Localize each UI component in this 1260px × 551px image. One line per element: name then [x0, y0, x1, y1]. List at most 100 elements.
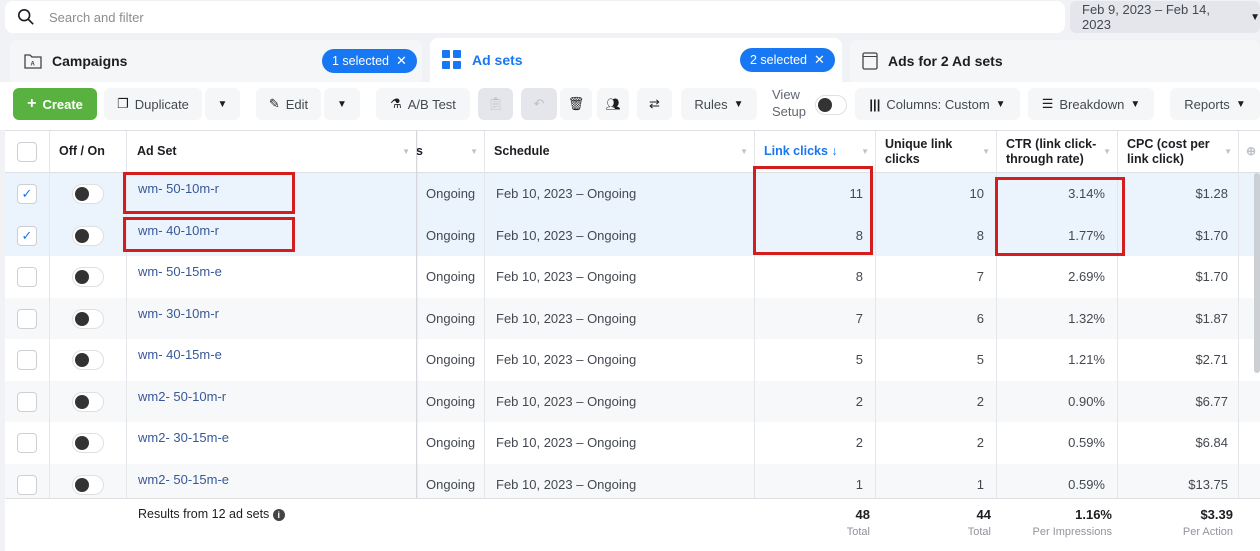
on-off-toggle[interactable]	[71, 225, 104, 246]
duplicate-dropdown[interactable]: ▼	[205, 88, 240, 120]
row-toggle-cell	[49, 298, 126, 340]
row-checkbox[interactable]	[17, 308, 37, 329]
chevron-down-icon[interactable]: ▼	[861, 144, 869, 159]
preview-button[interactable]: ⇄	[637, 88, 672, 120]
schedule-cell: Feb 10, 2023 – Ongoing	[496, 227, 637, 243]
chevron-down-icon[interactable]: ▼	[1103, 144, 1111, 159]
cpc-cell: $1.28	[1195, 186, 1228, 201]
row-checkbox[interactable]	[17, 474, 37, 495]
delete-button[interactable]: 🗑︎	[560, 88, 592, 120]
row-checkbox[interactable]	[17, 350, 37, 370]
vertical-scrollbar[interactable]	[1254, 173, 1260, 373]
add-column-icon[interactable]: ⊕	[1246, 144, 1256, 159]
header-ctr[interactable]: CTR (link click-through rate) ▼	[996, 131, 1117, 173]
row-select-cell	[5, 422, 49, 464]
ab-test-button[interactable]: ⚗ A/B Test	[376, 88, 470, 120]
highlight-box-ctr	[995, 177, 1125, 256]
header-unique-link-clicks[interactable]: Unique link clicks ▼	[875, 131, 996, 173]
ab-test-label: A/B Test	[407, 96, 456, 112]
ctr-cell: 0.90%	[1068, 393, 1105, 409]
plus-icon: +	[27, 95, 37, 112]
row-checkbox[interactable]	[17, 433, 37, 453]
row-checkbox[interactable]	[17, 391, 37, 412]
on-off-toggle[interactable]	[71, 350, 104, 370]
chevron-down-icon[interactable]: ▼	[740, 144, 748, 159]
view-setup: View Setup	[772, 86, 806, 120]
footer-value: 44	[976, 507, 991, 522]
row-checkbox[interactable]: ✓	[17, 184, 37, 204]
header-ad-set[interactable]: Ad Set ▼	[126, 131, 416, 173]
row-checkbox[interactable]	[17, 267, 37, 287]
people-icon: 👥︎	[605, 97, 621, 111]
view-setup-toggle[interactable]	[815, 95, 847, 115]
on-off-toggle[interactable]	[71, 391, 104, 412]
search-input[interactable]	[49, 9, 949, 25]
breakdown-label: Breakdown	[1059, 96, 1125, 112]
chevron-down-icon[interactable]: ▼	[402, 144, 410, 159]
table-row[interactable]: wm- 30-10m-r Ongoing Feb 10, 2023 – Ongoin…	[5, 297, 1260, 340]
delivery-cell: Ongoing	[426, 227, 476, 243]
delivery-cell: Ongoing	[426, 393, 476, 409]
delivery-cell: Ongoing	[426, 435, 476, 450]
clipboard-button[interactable]: 📋︎	[478, 88, 513, 120]
unique-link-clicks-cell: 2	[976, 393, 984, 409]
select-all-checkbox[interactable]	[17, 141, 37, 162]
search-bar[interactable]	[5, 1, 1065, 33]
select-all-header	[5, 131, 49, 173]
results-label: Results from 12 ad sets	[138, 507, 270, 521]
on-off-toggle[interactable]	[71, 184, 104, 204]
row-checkbox[interactable]: ✓	[17, 225, 37, 246]
chevron-down-icon[interactable]: ▼	[1224, 144, 1232, 159]
audience-button[interactable]: 👥︎	[597, 88, 629, 120]
ad-set-name-link[interactable]: wm- 50-15m-e	[126, 256, 416, 298]
ctr-cell: 1.21%	[1068, 352, 1105, 367]
on-off-toggle[interactable]	[71, 267, 104, 287]
columns-button[interactable]: ||| Columns: Custom ▼	[855, 88, 1020, 120]
badge-text: 2 selected	[750, 53, 807, 67]
clear-selection-icon[interactable]: ✕	[814, 52, 825, 68]
on-off-toggle[interactable]	[71, 308, 104, 329]
header-delivery[interactable]: s ▼	[416, 131, 484, 173]
breakdown-button[interactable]: ☰ Breakdown ▼	[1028, 88, 1154, 120]
footer-sub: Per Action	[1182, 526, 1233, 538]
on-off-toggle[interactable]	[71, 433, 104, 453]
undo-button[interactable]: ↶	[521, 88, 557, 120]
chevron-down-icon[interactable]: ▼	[470, 144, 478, 159]
frozen-columns-shadow	[416, 131, 419, 551]
edit-button[interactable]: ✎ Edit	[256, 88, 321, 120]
on-off-toggle[interactable]	[71, 474, 104, 495]
date-range-picker[interactable]: Feb 9, 2023 – Feb 14, 2023 ▼	[1070, 1, 1260, 33]
grid-icon	[442, 50, 461, 69]
tab-campaigns[interactable]: A Campaigns 1 selected ✕	[10, 40, 422, 82]
rules-button[interactable]: Rules ▼	[681, 88, 757, 120]
schedule-cell: Feb 10, 2023 – Ongoing	[496, 352, 637, 367]
row-select-cell	[5, 381, 49, 423]
table-row[interactable]: wm2- 50-10m-r Ongoing Feb 10, 2023 – Ongoi…	[5, 380, 1260, 423]
chevron-down-icon[interactable]: ▼	[982, 144, 990, 159]
info-icon[interactable]: i	[272, 509, 285, 521]
edit-dropdown[interactable]: ▼	[324, 88, 360, 120]
reports-button[interactable]: Reports ▼	[1170, 88, 1260, 120]
footer-sub: Total	[846, 526, 870, 538]
tab-ads[interactable]: Ads for 2 Ad sets	[850, 40, 1260, 82]
ad-set-name-link[interactable]: wm2- 30-15m-e	[126, 422, 416, 464]
ad-set-name-link[interactable]: wm- 40-15m-e	[126, 339, 416, 381]
ad-set-name-link[interactable]: wm2- 50-10m-r	[126, 381, 416, 423]
create-button[interactable]: + Create	[13, 88, 97, 120]
duplicate-button[interactable]: ❐ Duplicate	[104, 88, 202, 120]
table-row[interactable]: wm- 40-15m-e Ongoing Feb 10, 2023 – Ongoin…	[5, 339, 1260, 381]
column-divider	[1238, 131, 1239, 551]
columns-icon: |||	[869, 96, 881, 112]
tab-ad-sets[interactable]: Ad sets 2 selected ✕	[430, 38, 842, 82]
unique-link-clicks-cell: 5	[976, 352, 984, 367]
header-schedule[interactable]: Schedule ▼	[484, 131, 754, 173]
ad-set-name-link[interactable]: wm- 30-10m-r	[126, 298, 416, 340]
ad-sets-selected-badge[interactable]: 2 selected ✕	[740, 48, 835, 72]
table-row[interactable]: wm2- 30-15m-e Ongoing Feb 10, 2023 – Ongoi…	[5, 422, 1260, 464]
columns-label: Columns: Custom	[886, 96, 990, 112]
table-row[interactable]: wm- 50-15m-e Ongoing Feb 10, 2023 – Ongoin…	[5, 256, 1260, 298]
clear-selection-icon[interactable]: ✕	[396, 53, 407, 69]
campaigns-selected-badge[interactable]: 1 selected ✕	[322, 49, 417, 73]
schedule-cell: Feb 10, 2023 – Ongoing	[496, 310, 637, 326]
schedule-cell: Feb 10, 2023 – Ongoing	[496, 393, 637, 409]
